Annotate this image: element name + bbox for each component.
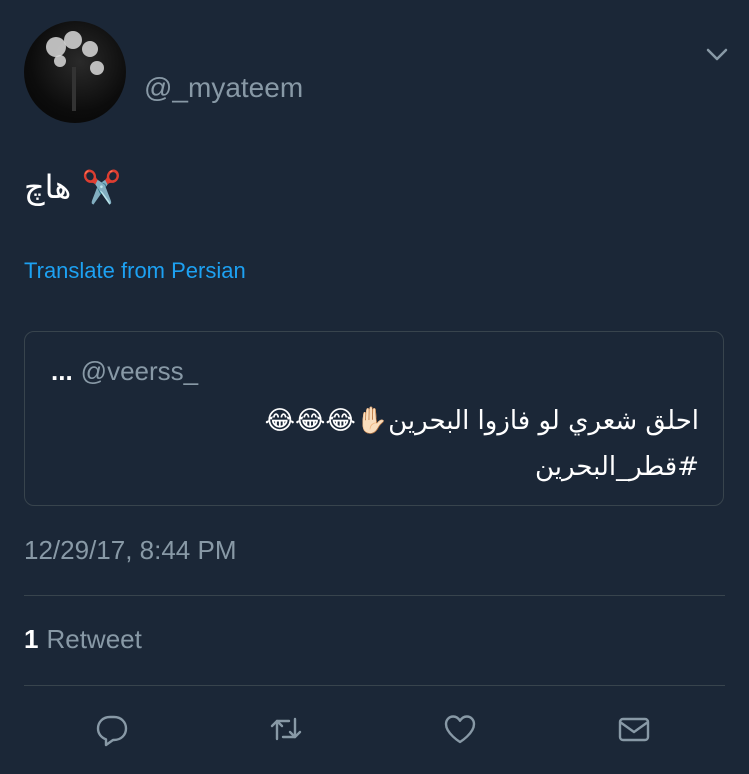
heart-icon[interactable] <box>440 709 480 749</box>
timestamp[interactable]: 12/29/17, 8:44 PM <box>24 535 236 566</box>
retweet-label: Retweet <box>46 624 142 654</box>
divider <box>24 595 725 596</box>
envelope-icon[interactable] <box>614 709 654 749</box>
divider <box>24 685 725 686</box>
quoted-tweet-handle: @veerss_ <box>80 356 199 386</box>
quoted-tweet-hashtag[interactable]: #قطر_البحرين <box>535 452 699 482</box>
retweet-stats[interactable]: 1 Retweet <box>24 624 142 655</box>
reply-icon[interactable] <box>92 709 132 749</box>
tweet-text: هاچ ✂️ <box>24 168 122 206</box>
avatar[interactable] <box>24 21 126 123</box>
quoted-tweet[interactable]: ... @veerss_ احلق شعري لو فازوا البحرين✋🏻… <box>24 331 724 506</box>
username[interactable]: @_myateem <box>144 72 303 104</box>
retweet-icon[interactable] <box>266 709 306 749</box>
retweet-count: 1 <box>24 624 39 654</box>
translate-link[interactable]: Translate from Persian <box>24 258 246 284</box>
quoted-tweet-ellipsis: ... <box>51 356 73 386</box>
quoted-tweet-author: ... @veerss_ <box>51 356 198 387</box>
quoted-tweet-text: احلق شعري لو فازوا البحرين✋🏻😂😂😂 <box>264 406 699 436</box>
chevron-down-icon[interactable] <box>703 40 731 68</box>
